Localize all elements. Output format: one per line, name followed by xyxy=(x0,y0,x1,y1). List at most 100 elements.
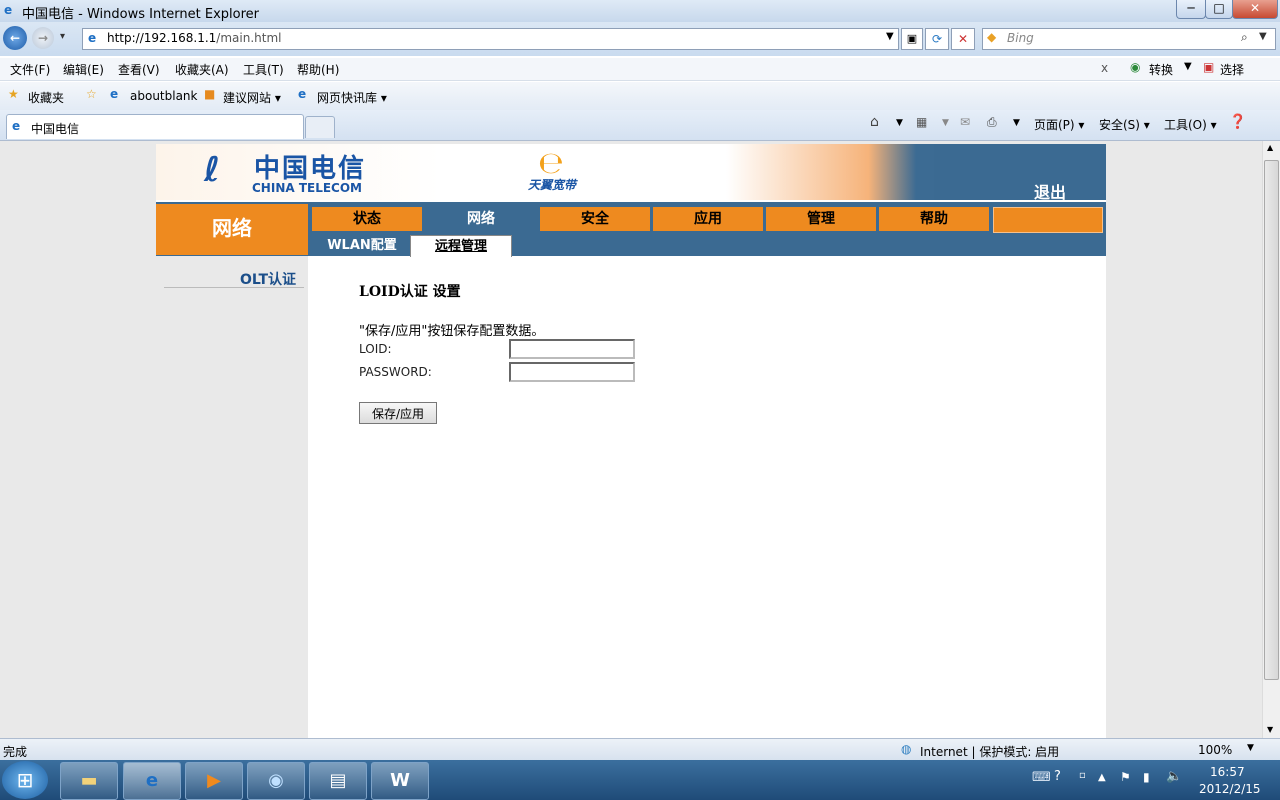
help-tray-icon[interactable]: ? xyxy=(1054,769,1061,784)
select-button[interactable]: 选择 xyxy=(1220,61,1244,78)
keyboard-icon[interactable]: ⌨ xyxy=(1032,770,1051,785)
search-input[interactable]: Bing xyxy=(1007,31,1034,45)
window-title-bar[interactable]: e 中国电信 - Windows Internet Explorer ─ □ ✕ xyxy=(0,0,1280,22)
sidebar-item-olt-auth[interactable]: OLT认证 xyxy=(240,269,296,289)
zoom-level[interactable]: 100% xyxy=(1198,743,1232,757)
folder-icon: ▬ xyxy=(80,770,98,791)
taskbar-network-app[interactable]: ◉ xyxy=(247,762,305,800)
search-icon[interactable]: ⌕ xyxy=(1241,30,1248,45)
recent-pages-chevron-icon[interactable]: ▾ xyxy=(60,31,65,42)
action-center-icon[interactable]: ⚑ xyxy=(1120,770,1131,784)
banner-dark-block xyxy=(934,144,1106,200)
tab-page-icon: e xyxy=(12,119,21,133)
loid-input[interactable] xyxy=(509,339,635,359)
scroll-down-icon[interactable]: ▼ xyxy=(1267,725,1273,734)
scroll-up-icon[interactable]: ▲ xyxy=(1267,143,1273,152)
menu-edit[interactable]: 编辑(E) xyxy=(63,61,104,78)
tab-title: 中国电信 xyxy=(31,122,80,136)
browser-tab[interactable]: e 中国电信 xyxy=(6,114,304,139)
subtab-remote-management[interactable]: 远程管理 xyxy=(410,235,512,257)
subtab-wlan[interactable]: WLAN配置 xyxy=(316,235,408,256)
taskbar-control-panel[interactable]: ▤ xyxy=(309,762,367,800)
forward-button[interactable]: → xyxy=(32,27,54,49)
tab-security[interactable]: 安全 xyxy=(540,207,650,231)
window-title: 中国电信 - Windows Internet Explorer xyxy=(22,7,259,22)
tab-application[interactable]: 应用 xyxy=(653,207,763,231)
address-dropdown-icon[interactable]: ▼ xyxy=(886,31,894,42)
favorites-button[interactable]: 收藏夹 xyxy=(28,89,64,106)
scroll-thumb[interactable] xyxy=(1264,160,1279,680)
control-panel-icon: ▤ xyxy=(329,770,347,791)
logo-english-text: CHINA TELECOM xyxy=(252,181,362,195)
menu-view[interactable]: 查看(V) xyxy=(118,61,160,78)
fav-aboutblank[interactable]: aboutblank xyxy=(130,89,197,103)
back-button[interactable]: ← xyxy=(3,26,27,50)
menu-help[interactable]: 帮助(H) xyxy=(297,61,339,78)
security-zone[interactable]: Internet | 保护模式: 启用 xyxy=(920,743,1059,760)
media-player-icon: ▶ xyxy=(207,770,221,791)
refresh-icon: ⟳ xyxy=(931,32,943,46)
zoom-dropdown-icon[interactable]: ▼ xyxy=(1247,743,1254,753)
search-box[interactable]: ◆ Bing ⌕ ▼ xyxy=(982,28,1276,50)
start-button[interactable]: ⊞ xyxy=(2,761,48,799)
page-title: LOID认证 设置 xyxy=(359,284,461,300)
feeds-icon[interactable]: ▦ xyxy=(916,115,927,129)
tab-status[interactable]: 状态 xyxy=(312,207,422,231)
taskbar-internet-explorer[interactable]: e xyxy=(123,762,181,800)
feeds-dropdown-icon[interactable]: ▼ xyxy=(942,118,949,128)
clock-date[interactable]: 2012/2/15 xyxy=(1199,782,1261,796)
address-bar[interactable]: e http://192.168.1.1/main.html xyxy=(82,28,899,50)
safety-menu-button[interactable]: 安全(S) ▾ xyxy=(1099,116,1150,133)
taskbar-media-player[interactable]: ▶ xyxy=(185,762,243,800)
password-label: PASSWORD: xyxy=(359,365,432,379)
stop-button[interactable]: ✕ xyxy=(951,28,975,50)
logout-button[interactable]: 退出 xyxy=(1034,179,1066,200)
home-dropdown-icon[interactable]: ▼ xyxy=(896,118,903,128)
network-tray-icon[interactable]: ▮ xyxy=(1143,770,1150,784)
mail-icon[interactable]: ✉ xyxy=(960,115,970,129)
close-toolbar-icon[interactable]: x xyxy=(1101,61,1108,75)
new-tab-button[interactable] xyxy=(305,116,335,138)
select-icon: ▣ xyxy=(1203,60,1215,74)
tab-network[interactable]: 网络 xyxy=(426,207,536,231)
globe-icon: ◉ xyxy=(268,770,284,791)
refresh-button[interactable]: ⟳ xyxy=(925,28,949,50)
print-dropdown-icon[interactable]: ▼ xyxy=(1013,118,1020,128)
restore-tray-icon[interactable]: ▫ xyxy=(1079,770,1086,781)
tools-menu-button[interactable]: 工具(O) ▾ xyxy=(1164,116,1217,133)
help-icon[interactable]: ❓ xyxy=(1229,114,1246,130)
print-icon[interactable]: ⎙ xyxy=(987,115,997,130)
taskbar-explorer[interactable]: ▬ xyxy=(60,762,118,800)
password-input[interactable] xyxy=(509,362,635,382)
convert-dropdown-icon[interactable]: ▼ xyxy=(1184,61,1192,72)
volume-icon[interactable]: 🔈 xyxy=(1166,769,1182,784)
show-hidden-icons-icon[interactable]: ▲ xyxy=(1098,772,1106,783)
search-options-icon[interactable]: ▼ xyxy=(1259,31,1267,42)
page-menu-button[interactable]: 页面(P) ▾ xyxy=(1034,116,1084,133)
maximize-button[interactable]: □ xyxy=(1205,0,1233,19)
minimize-button[interactable]: ─ xyxy=(1176,0,1206,19)
arrow-right-icon: → xyxy=(37,31,49,45)
tab-help[interactable]: 帮助 xyxy=(879,207,989,231)
save-apply-button[interactable]: 保存/应用 xyxy=(359,402,437,424)
left-sidebar xyxy=(156,256,308,738)
taskbar-word[interactable]: W xyxy=(371,762,429,800)
favorites-star-icon: ★ xyxy=(8,87,19,101)
translate-icon: ◉ xyxy=(1130,60,1141,74)
compatibility-icon: ▣ xyxy=(906,32,918,45)
fav-suggested-sites[interactable]: 建议网站 ▾ xyxy=(223,89,281,106)
fav-web-slice-gallery[interactable]: 网页快讯库 ▾ xyxy=(317,89,387,106)
web-slice-icon: e xyxy=(298,87,307,101)
menu-favorites[interactable]: 收藏夹(A) xyxy=(175,61,229,78)
convert-button[interactable]: 转换 xyxy=(1149,61,1173,78)
tab-management[interactable]: 管理 xyxy=(766,207,876,231)
clock-time[interactable]: 16:57 xyxy=(1210,765,1245,779)
add-favorite-icon[interactable]: ☆ xyxy=(86,87,97,101)
menu-tools[interactable]: 工具(T) xyxy=(243,61,284,78)
tab-blank xyxy=(993,207,1103,233)
close-button[interactable]: ✕ xyxy=(1232,0,1278,19)
ie-icon: e xyxy=(145,770,159,791)
menu-file[interactable]: 文件(F) xyxy=(10,61,50,78)
compatibility-view-button[interactable]: ▣ xyxy=(901,28,923,50)
home-icon[interactable]: ⌂ xyxy=(870,114,879,130)
